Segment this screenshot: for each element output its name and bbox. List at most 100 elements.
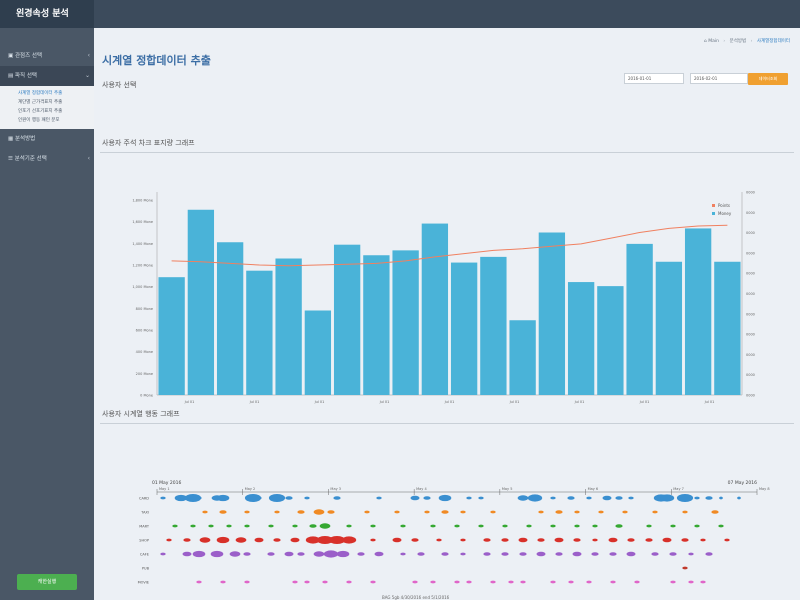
timeline-point [567,496,575,500]
bar [655,261,683,395]
sidebar-item-parse[interactable]: ▤ 파직 선택 ⌄ [0,66,94,86]
sidebar-item-criteria[interactable]: ☰ 분석기준 선택 ‹ [0,149,94,169]
sidebar-item-label: 분석방법 [14,136,36,142]
timeline-point [646,524,652,528]
timeline-point [538,510,544,514]
breadcrumb-home[interactable]: Main [708,39,719,44]
bar [187,209,215,395]
timeline-point [719,496,723,500]
timeline-point [700,580,706,584]
y-tick-label: 1,400 Mone [132,242,153,246]
bar [714,261,741,395]
x-tick-label: Jul 01 [704,400,715,404]
timeline-point [346,580,352,584]
timeline-point [705,552,713,556]
timeline-point [634,580,640,584]
y2-tick-label: 0000 [746,394,755,398]
timeline-point [411,538,419,542]
start-date-input[interactable]: 2016-01-01 [624,73,684,84]
timeline-point [483,538,491,542]
timeline-point [519,552,527,556]
timeline-point [436,538,442,542]
timeline-point [313,551,325,557]
timeline-point [192,550,206,558]
timeline-point [598,510,604,514]
timeline-point [430,580,436,584]
timeline-point [609,552,617,556]
timeline-point [669,552,677,556]
breadcrumb-separator: › [750,39,753,44]
bar [392,250,419,395]
timeline-point [592,524,598,528]
sidebar-item-viewpoint[interactable]: ▣ 관점즈 선택 ‹ [0,46,94,66]
breadcrumb-mid[interactable]: 분석방법 [730,39,747,44]
timeline-point [574,510,580,514]
timeline-point [202,510,208,514]
timeline-point [622,510,628,514]
run-button[interactable]: 캐한실행 [17,574,77,590]
timeline-point [573,538,581,542]
timeline-point [364,510,370,514]
timeline-point [615,496,623,500]
x-tick-label: Jul 01 [249,400,260,404]
timeline-point [517,495,529,501]
sidebar-submenu: 사계열 정합데이터 추출 계단별 근가격표지 추출 인포기 선포기표지 추출 인… [0,86,94,129]
sidebar-item-method[interactable]: ▦ 분석방법 [0,129,94,149]
timeline-point [527,494,543,502]
timeline-point [284,551,294,557]
timeline-point [182,551,192,557]
timeline-point [166,538,172,542]
timeline-point [478,524,484,528]
timeline-point [268,493,286,503]
timeline-point [537,538,545,542]
timeline-point [700,538,706,542]
timeline-point [392,537,402,543]
timeline-point [313,509,325,515]
timeline-point [297,510,305,514]
subitem-pattern[interactable]: 인원이 행동 패턴 분포 [0,116,94,125]
timeline-point [645,538,653,542]
timeline-point [290,537,300,543]
timeline-point [501,552,509,556]
x-tick-label: Jul 01 [639,400,650,404]
timeline-row-label: MART [139,525,150,529]
timeline-point [574,524,580,528]
bar [158,277,185,395]
y-tick-label: 200 Mone [136,372,153,376]
subitem-infogi[interactable]: 인포기 선포기표지 추출 [0,107,94,116]
behavior-timeline-chart: 01 May 2016 07 May 2016 May 1 May 2 May 3 May… [102,443,794,600]
timeline-point [376,496,382,500]
timeline-point [410,495,420,501]
timeline-point [412,580,418,584]
end-date-input[interactable]: 2016-02-01 [690,73,748,84]
subitem-stage[interactable]: 계단별 근가격표지 추출 [0,98,94,107]
timeline-point [244,580,250,584]
timeline-point [430,524,436,528]
timeline-point [626,551,636,557]
timeline-row-label: CARD [139,497,149,501]
timeline-point [160,552,166,556]
timeline-point [423,496,431,500]
bar [509,320,536,395]
timeline-point [508,580,514,584]
timeline-tick-label: May 3 [330,487,341,491]
sidebar: ▣ 관점즈 선택 ‹ ▤ 파직 선택 ⌄ 사계열 정합데이터 추출 계단별 근가… [0,28,94,600]
timeline-point [235,537,247,543]
legend-label: Points [718,203,730,208]
timeline-point [297,552,305,556]
sidebar-item-label: 분석기준 선택 [14,156,47,162]
timeline-point [190,524,196,528]
bar [275,258,302,395]
y2-tick-label: 0000 [746,373,755,377]
timeline-point [518,537,528,543]
subitem-timeseries[interactable]: 사계열 정합데이터 추출 [0,89,94,98]
y2-tick-label: 0000 [746,312,755,316]
timeline-point [502,524,508,528]
search-button[interactable]: 데이터조회 [748,73,788,85]
timeline-point [681,538,689,542]
timeline-point [554,537,564,543]
timeline-point [327,510,335,514]
timeline-tick-label: May 2 [245,487,256,491]
timeline-point [254,537,264,543]
timeline-point [441,510,449,514]
